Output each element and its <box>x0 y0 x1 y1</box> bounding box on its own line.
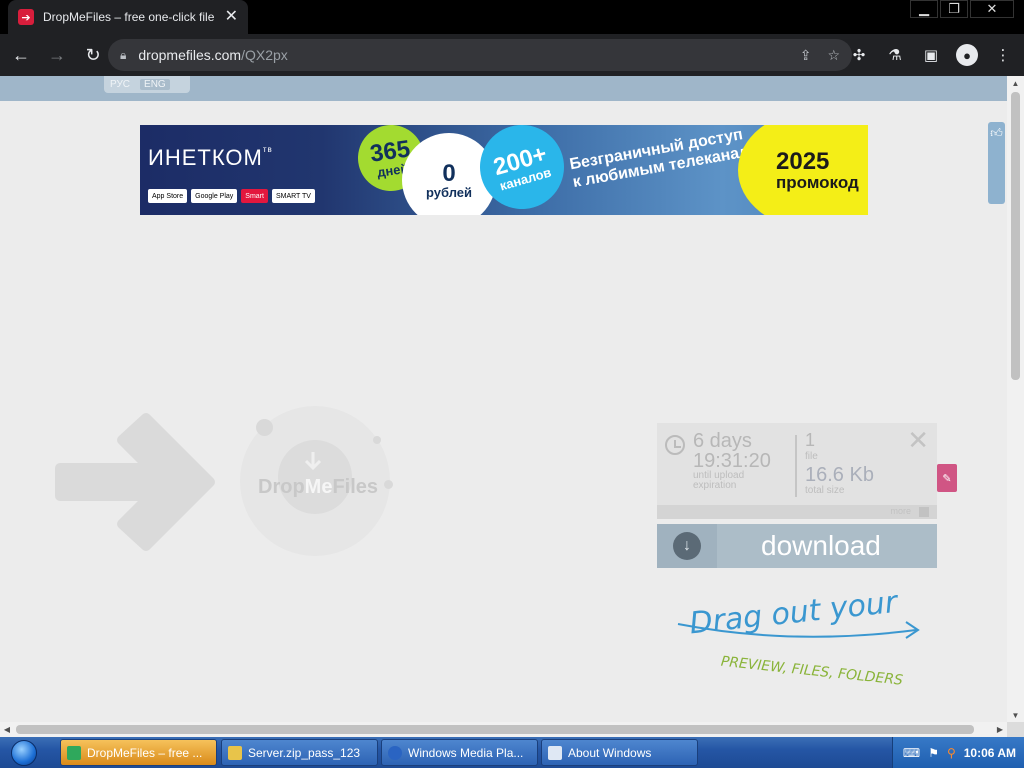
close-window-button[interactable]: ✕ <box>970 0 1014 18</box>
scrollbar-corner <box>1007 722 1024 737</box>
big-arrow-icon <box>55 413 215 551</box>
keyboard-icon[interactable]: ⌨ <box>903 746 920 760</box>
total-size: 16.6 Kb <box>805 464 874 486</box>
extensions-icon[interactable]: ✣ <box>846 40 872 70</box>
logo-dot <box>256 419 273 436</box>
file-count-label: file <box>805 451 818 462</box>
app-store-badge: App Store <box>148 189 188 203</box>
more-bar[interactable]: more <box>657 505 937 519</box>
tab-close-icon[interactable]: ✕ <box>225 9 238 25</box>
banner-promo: 2025 промокод <box>738 125 868 215</box>
download-icon-box: ↓ <box>657 524 717 568</box>
minimize-button[interactable]: ▁ <box>910 0 938 18</box>
network-icon[interactable]: ⚑ <box>928 746 939 760</box>
file-count: 1 <box>805 430 816 450</box>
restore-button[interactable]: ❐ <box>940 0 968 18</box>
taskbar-item-media-player[interactable]: Windows Media Pla... <box>381 739 538 766</box>
banner-store-badges: App Store Google Play Smart SMART TV <box>148 189 315 203</box>
google-play-badge: Google Play <box>191 189 238 203</box>
address-bar[interactable]: 🔒︎ dropmefiles.com /QX2px ⇪ ☆ <box>108 39 852 71</box>
share-icon[interactable]: ⇪ <box>800 47 812 64</box>
drag-out-illustration: Drag out your PREVIEW, FILES, FOLDERS <box>677 585 920 689</box>
banner-brand: ИНЕТКОМтв <box>148 145 273 170</box>
window-controls: ▁ ❐ ✕ <box>910 0 1014 20</box>
like-thumb-icon[interactable]: 👍︎ <box>988 122 1005 204</box>
smart-tv-badge: SMART TV <box>271 189 315 203</box>
total-size-label: total size <box>805 485 845 496</box>
windows-orb-icon <box>11 739 37 766</box>
taskbar-clock[interactable]: 10:06 AM <box>964 746 1016 760</box>
horizontal-scroll-thumb[interactable] <box>16 725 974 734</box>
chrome-icon <box>67 745 81 760</box>
logo-dot <box>384 480 393 489</box>
system-tray: ⌨ ⚑ ⚲ 10:06 AM <box>891 737 1024 768</box>
vertical-scroll-thumb[interactable] <box>1011 92 1020 380</box>
scroll-up-icon[interactable]: ▲ <box>1007 76 1024 90</box>
scroll-right-icon[interactable]: ▶ <box>993 722 1007 737</box>
lang-ru-link[interactable]: РУС <box>110 79 130 90</box>
avatar: ● <box>956 44 978 66</box>
horizontal-scrollbar[interactable]: ◀ ▶ <box>0 722 1007 737</box>
expiration-label: until upload expiration <box>693 470 745 491</box>
profile-button[interactable]: ● <box>954 40 980 70</box>
tab-title: DropMeFiles – free one-click file sha <box>43 10 217 24</box>
dropmefiles-favicon-icon: ➔ <box>18 9 34 25</box>
archive-icon <box>228 745 242 760</box>
download-arrow-icon <box>304 452 322 471</box>
menu-kebab-icon[interactable]: ⋮ <box>990 40 1016 70</box>
download-label: download <box>761 530 881 561</box>
bookmark-star-icon[interactable]: ☆ <box>827 47 840 64</box>
scroll-left-icon[interactable]: ◀ <box>0 722 14 737</box>
download-button[interactable]: ↓ download <box>657 524 937 568</box>
browser-tab[interactable]: ➔ DropMeFiles – free one-click file sha … <box>8 0 248 34</box>
days-left: 6 days <box>693 430 752 452</box>
logo-dot <box>373 436 381 444</box>
upload-info-card: 6 days 19:31:20 until upload expiration … <box>657 423 937 519</box>
vertical-scrollbar[interactable]: ▲ ▼ <box>1007 76 1024 722</box>
back-button[interactable]: ← <box>6 40 36 70</box>
dropmefiles-logo: DropMeFiles <box>258 476 379 498</box>
taskbar-item-about-windows[interactable]: About Windows <box>541 739 698 766</box>
divider <box>795 435 797 497</box>
url-path: /QX2px <box>241 47 288 63</box>
taskbar: DropMeFiles – free ... Server.zip_pass_1… <box>0 737 1024 768</box>
clock-icon <box>665 435 685 455</box>
lang-en-link[interactable]: ENG <box>140 79 170 90</box>
browser-toolbar: ← → ↻ 🔒︎ dropmefiles.com /QX2px ⇪ ☆ ✣ ⚗︎… <box>0 34 1024 76</box>
labs-flask-icon[interactable]: ⚗︎ <box>882 40 908 70</box>
more-expand-icon[interactable] <box>919 507 929 517</box>
download-circle-icon: ↓ <box>673 532 701 560</box>
reload-button[interactable]: ↻ <box>78 40 108 70</box>
media-player-icon <box>388 745 402 760</box>
search-icon[interactable]: ⚲ <box>947 746 956 760</box>
scroll-down-icon[interactable]: ▼ <box>1007 708 1024 722</box>
taskbar-item-server-zip[interactable]: Server.zip_pass_123 <box>221 739 378 766</box>
drag-main-text: Drag out your <box>688 585 901 642</box>
time-left: 19:31:20 <box>693 450 771 472</box>
taskbar-item-dropmefiles[interactable]: DropMeFiles – free ... <box>60 739 217 766</box>
lock-icon[interactable]: 🔒︎ <box>120 48 126 63</box>
start-button[interactable] <box>0 737 48 768</box>
side-panel-icon[interactable]: ▣ <box>918 40 944 70</box>
ad-banner[interactable]: ИНЕТКОМтв App Store Google Play Smart SM… <box>140 125 868 215</box>
smart-badge: Smart <box>241 189 268 203</box>
page-content: РУС ENG ИНЕТКОМтв App Store Google Play … <box>0 76 1007 722</box>
language-switcher: РУС ENG <box>104 76 190 93</box>
more-link[interactable]: more <box>890 506 911 516</box>
window-icon <box>548 745 562 760</box>
feedback-tab-icon[interactable]: ✎ <box>937 464 957 492</box>
url-host: dropmefiles.com <box>138 47 242 63</box>
tab-strip: ➔ DropMeFiles – free one-click file sha … <box>0 0 1024 34</box>
drag-sub-text: PREVIEW, FILES, FOLDERS <box>720 654 904 689</box>
forward-button[interactable]: → <box>42 40 72 70</box>
close-icon[interactable]: ✕ <box>907 427 929 453</box>
